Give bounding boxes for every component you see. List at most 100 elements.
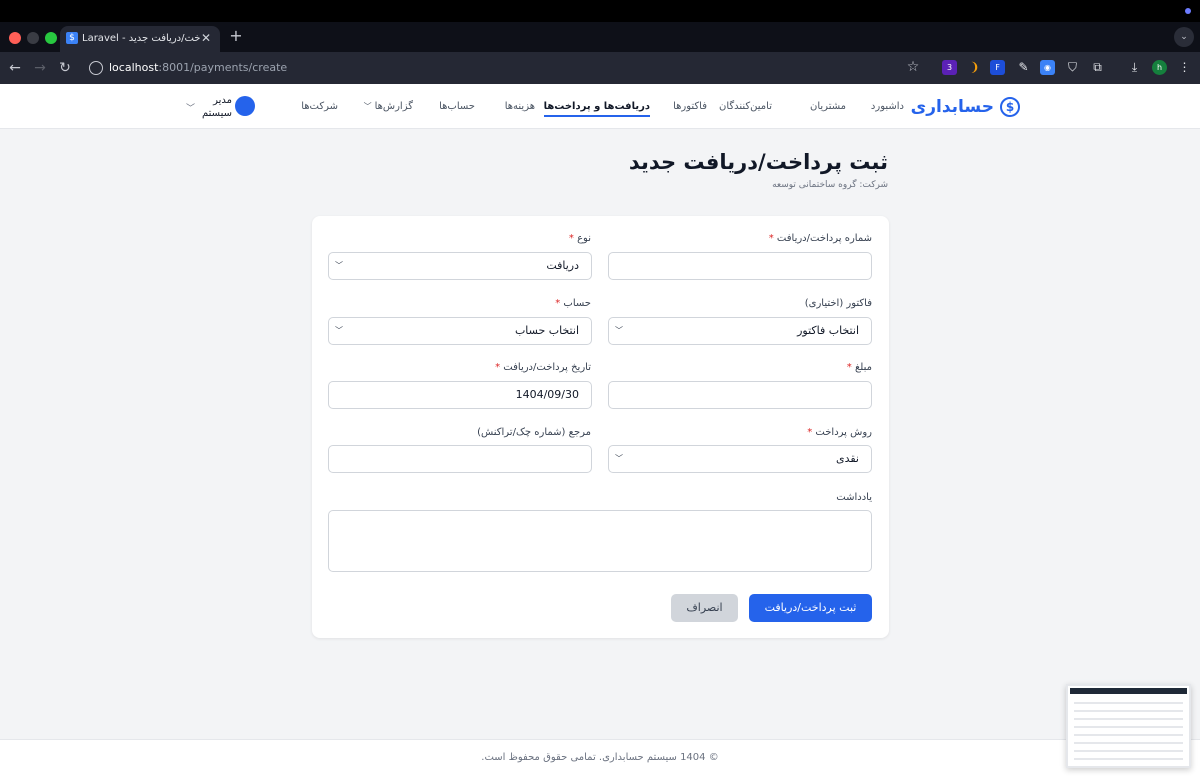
- extension-icon[interactable]: 3: [942, 60, 957, 75]
- back-button[interactable]: ←: [6, 59, 24, 77]
- tab-title: Laravel - پرداخت/دریافت جدید: [82, 33, 200, 44]
- nav-item-companies[interactable]: شرکت‌ها: [301, 84, 338, 129]
- date-input[interactable]: 1404/09/30: [328, 381, 592, 409]
- browser-tab[interactable]: $ Laravel - پرداخت/دریافت جدید ✕: [60, 26, 220, 52]
- nav-item-suppliers[interactable]: تامین‌کنندگان: [719, 84, 772, 129]
- reference-input[interactable]: [328, 445, 592, 473]
- type-select[interactable]: دریافت ﹀: [328, 252, 592, 280]
- maximize-window-button[interactable]: [45, 32, 57, 44]
- url-host: localhost: [109, 61, 159, 74]
- payment-method-select[interactable]: نقدی ﹀: [608, 445, 872, 473]
- chevron-down-icon: ﹀: [615, 454, 623, 463]
- nav-item-expenses[interactable]: هزینه‌ها: [505, 84, 535, 129]
- site-info-icon[interactable]: [89, 61, 103, 75]
- invoice-select[interactable]: انتخاب فاکتور ﹀: [608, 317, 872, 345]
- nav-item-reports[interactable]: گزارش‌ها﹀: [364, 84, 413, 129]
- chevron-down-icon: ﹀: [615, 326, 623, 335]
- tab-search-button[interactable]: ⌄: [1174, 27, 1194, 47]
- app-page: $ حسابداری داشبورد مشتریان تامین‌کنندگان…: [0, 84, 1200, 776]
- payment-number-label: شماره پرداخت/دریافت *: [769, 233, 872, 244]
- address-bar-row: ← → ↻ localhost:8001/payments/create ☆ 3…: [0, 52, 1200, 84]
- thumbnail-row: [1074, 718, 1183, 720]
- type-label-text: نوع: [577, 233, 591, 244]
- type-label: نوع *: [569, 233, 591, 244]
- date-label: تاریخ پرداخت/دریافت *: [495, 362, 591, 373]
- required-mark: *: [495, 362, 501, 373]
- profile-avatar[interactable]: h: [1152, 60, 1167, 75]
- extension-badge: 3: [946, 63, 953, 72]
- thumbnail-row: [1074, 750, 1183, 752]
- thumbnail-row: [1074, 758, 1183, 760]
- nav-item-payments[interactable]: دریافت‌ها و پرداخت‌ها: [543, 84, 651, 129]
- chevron-down-icon: ﹀: [363, 102, 372, 111]
- new-tab-button[interactable]: +: [228, 28, 244, 44]
- page-title: ثبت پرداخت/دریافت جدید: [628, 150, 888, 174]
- account-label-text: حساب: [563, 298, 591, 309]
- payment-method-label: روش پرداخت *: [807, 427, 872, 438]
- nav-item-accounts[interactable]: حساب‌ها: [439, 84, 475, 129]
- reference-label: مرجع (شماره چک/تراکنش): [477, 427, 591, 438]
- user-icon[interactable]: [235, 96, 255, 116]
- amount-input[interactable]: [608, 381, 872, 409]
- amount-label: مبلغ *: [847, 362, 872, 373]
- required-mark: *: [568, 233, 574, 244]
- chevron-down-icon: ﹀: [335, 261, 343, 270]
- required-mark: *: [555, 298, 561, 309]
- required-mark: *: [807, 427, 813, 438]
- required-mark: *: [846, 362, 852, 373]
- payment-method-label-text: روش پرداخت: [815, 427, 872, 438]
- favicon-icon: $: [66, 32, 78, 44]
- nav-item-invoices[interactable]: فاکتورها: [673, 84, 707, 129]
- bookmark-star-icon[interactable]: ☆: [905, 59, 921, 75]
- screenshot-thumbnail[interactable]: [1066, 684, 1191, 768]
- user-name[interactable]: مدیر سیستم: [198, 94, 232, 120]
- profile-initial: h: [1156, 63, 1163, 72]
- footer: © 1404 سیستم حسابداری. تمامی حقوق محفوظ …: [0, 739, 1200, 776]
- invoice-select-value: انتخاب فاکتور: [797, 324, 859, 337]
- url-field[interactable]: localhost:8001/payments/create: [109, 60, 409, 76]
- thumbnail-row: [1074, 702, 1183, 704]
- account-select[interactable]: انتخاب حساب ﹀: [328, 317, 592, 345]
- payment-form-card: شماره پرداخت/دریافت * نوع * دریافت ﹀ فاکت…: [312, 216, 889, 638]
- payment-number-input[interactable]: [608, 252, 872, 280]
- chevron-down-icon[interactable]: ﹀: [186, 101, 195, 114]
- brand-link[interactable]: $ حسابداری: [911, 95, 1020, 119]
- extension-icon[interactable]: ◉: [1040, 60, 1055, 75]
- forward-button[interactable]: →: [31, 59, 49, 77]
- brand-name: حسابداری: [910, 97, 994, 117]
- os-menu-bar: [0, 0, 1200, 22]
- extension-icon[interactable]: F: [990, 60, 1005, 75]
- required-mark: *: [768, 233, 774, 244]
- extension-icon[interactable]: ❩: [967, 60, 982, 75]
- thumbnail-header: [1070, 688, 1187, 694]
- amount-label-text: مبلغ: [854, 362, 872, 373]
- nav-item-customers[interactable]: مشتریان: [810, 84, 846, 129]
- tab-close-icon[interactable]: ✕: [198, 30, 214, 46]
- reload-button[interactable]: ↻: [56, 59, 74, 77]
- invoice-label: فاکتور (اختیاری): [804, 298, 872, 309]
- account-label: حساب *: [555, 298, 591, 309]
- pen-extension-icon[interactable]: ✎: [1016, 60, 1031, 75]
- status-dot-icon: [1185, 8, 1191, 14]
- download-icon[interactable]: ⤓: [1127, 60, 1142, 75]
- page-subtitle: شرکت: گروه ساختمانی توسعه: [772, 180, 888, 190]
- nav-item-reports-label: گزارش‌ها: [374, 101, 413, 112]
- shield-icon[interactable]: ⛉: [1065, 60, 1080, 75]
- extensions-puzzle-icon[interactable]: ⧉: [1090, 60, 1105, 75]
- thumbnail-row: [1074, 742, 1183, 744]
- footer-copyright: © 1404 سیستم حسابداری. تمامی حقوق محفوظ …: [481, 752, 719, 763]
- url-path: :8001/payments/create: [158, 61, 288, 74]
- submit-payment-button[interactable]: ثبت پرداخت/دریافت: [749, 594, 872, 622]
- thumbnail-row: [1074, 710, 1183, 712]
- dollar-icon: $: [1000, 97, 1020, 117]
- type-select-value: دریافت: [546, 259, 579, 272]
- browser-tab-strip: $ Laravel - پرداخت/دریافت جدید ✕ + ⌄: [0, 22, 1200, 52]
- browser-menu-icon[interactable]: ⋮: [1177, 60, 1192, 75]
- close-window-button[interactable]: [9, 32, 21, 44]
- nav-item-dashboard[interactable]: داشبورد: [871, 84, 904, 129]
- cancel-button[interactable]: انصراف: [671, 594, 738, 622]
- payment-method-select-value: نقدی: [835, 452, 859, 465]
- account-select-value: انتخاب حساب: [514, 324, 579, 337]
- notes-textarea[interactable]: [328, 510, 872, 572]
- minimize-window-button[interactable]: [27, 32, 39, 44]
